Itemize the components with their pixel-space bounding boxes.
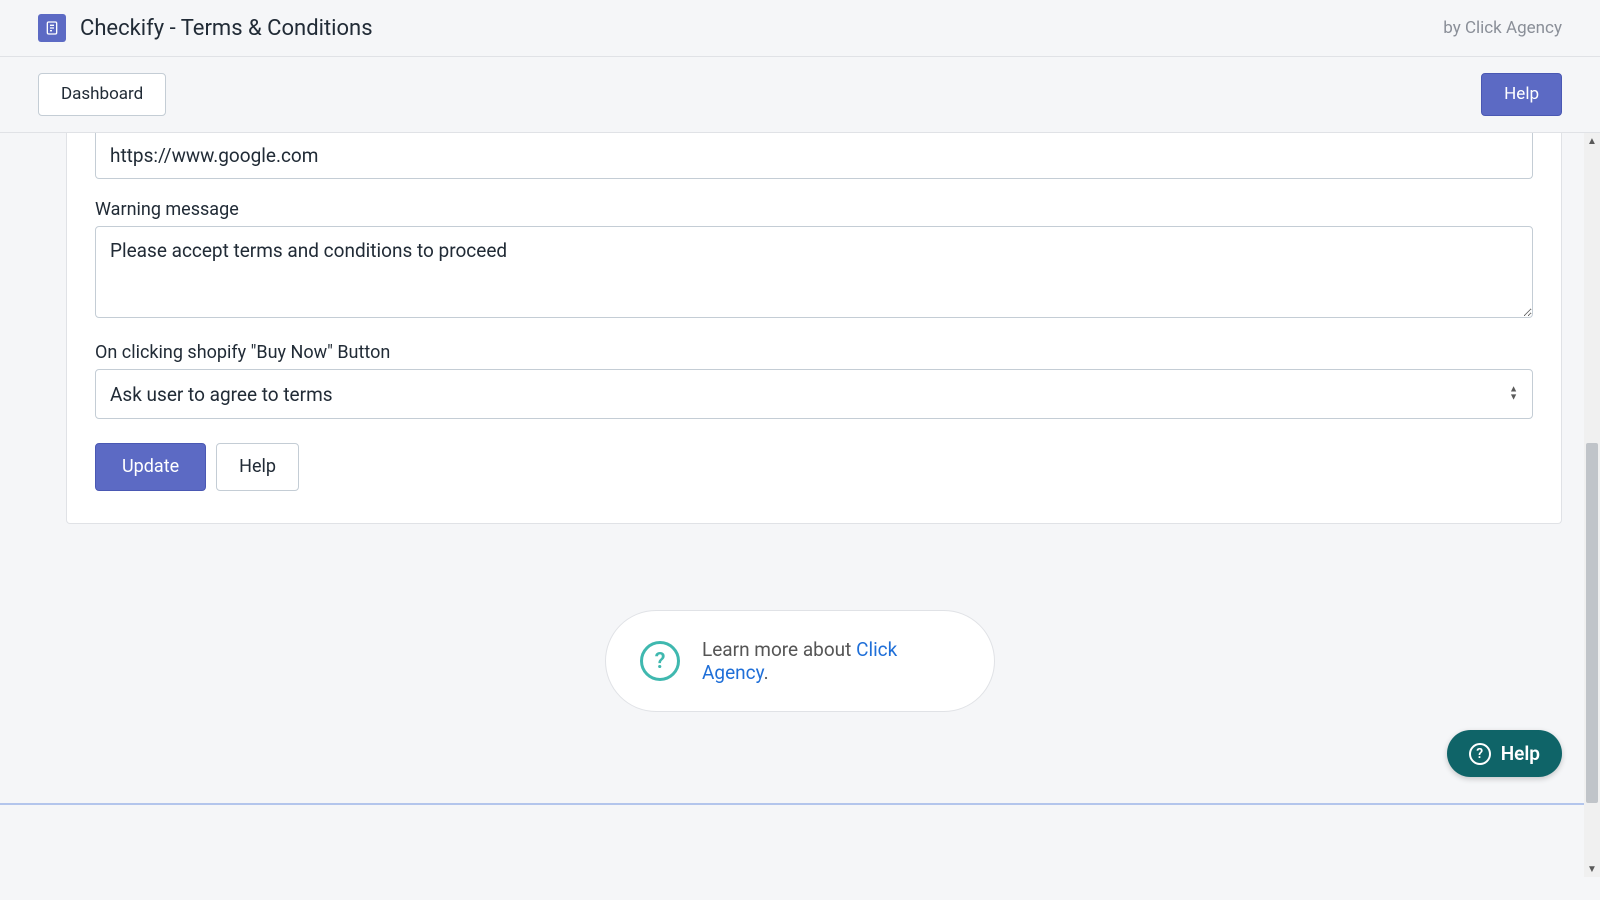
scroll-up-icon[interactable]: ▲ [1584,133,1600,149]
dashboard-button[interactable]: Dashboard [38,73,166,116]
buynow-select[interactable]: Ask user to agree to terms ▲▼ [95,369,1533,419]
update-button[interactable]: Update [95,443,206,491]
bottom-accent-line [0,803,1584,805]
learn-more-pill: ? Learn more about Click Agency. [605,610,995,712]
vendor-attribution: by Click Agency [1443,18,1562,38]
warning-message-input[interactable] [95,226,1533,318]
terms-url-input[interactable] [95,133,1533,179]
help-button[interactable]: Help [1481,73,1562,116]
app-icon [38,14,66,42]
scrollbar-thumb[interactable] [1586,443,1598,803]
question-circle-icon: ? [640,641,680,681]
action-bar: Dashboard Help [0,57,1600,133]
select-caret-icon: ▲▼ [1509,387,1518,402]
scroll-down-icon[interactable]: ▼ [1584,861,1600,877]
settings-card: Warning message On clicking shopify "Buy… [66,133,1562,524]
learn-suffix: . [764,661,769,684]
learn-more-text: Learn more about Click Agency. [702,638,960,684]
learn-prefix: Learn more about [702,638,856,661]
warning-field: Warning message [95,199,1533,322]
warning-label: Warning message [95,199,1533,220]
scrollbar-track[interactable]: ▲ ▼ [1584,133,1600,877]
buynow-field: On clicking shopify "Buy Now" Button Ask… [95,342,1533,419]
form-button-row: Update Help [95,443,1533,491]
app-title: Checkify - Terms & Conditions [80,16,373,41]
floating-help-widget[interactable]: ? Help [1447,730,1562,777]
app-header-left: Checkify - Terms & Conditions [38,14,373,42]
form-help-button[interactable]: Help [216,443,299,491]
buynow-selected-value: Ask user to agree to terms [110,383,333,406]
buynow-label: On clicking shopify "Buy Now" Button [95,342,1533,363]
content-viewport: Warning message On clicking shopify "Buy… [0,133,1600,877]
floating-help-label: Help [1501,742,1540,765]
help-question-icon: ? [1469,743,1491,765]
app-header: Checkify - Terms & Conditions by Click A… [0,0,1600,57]
